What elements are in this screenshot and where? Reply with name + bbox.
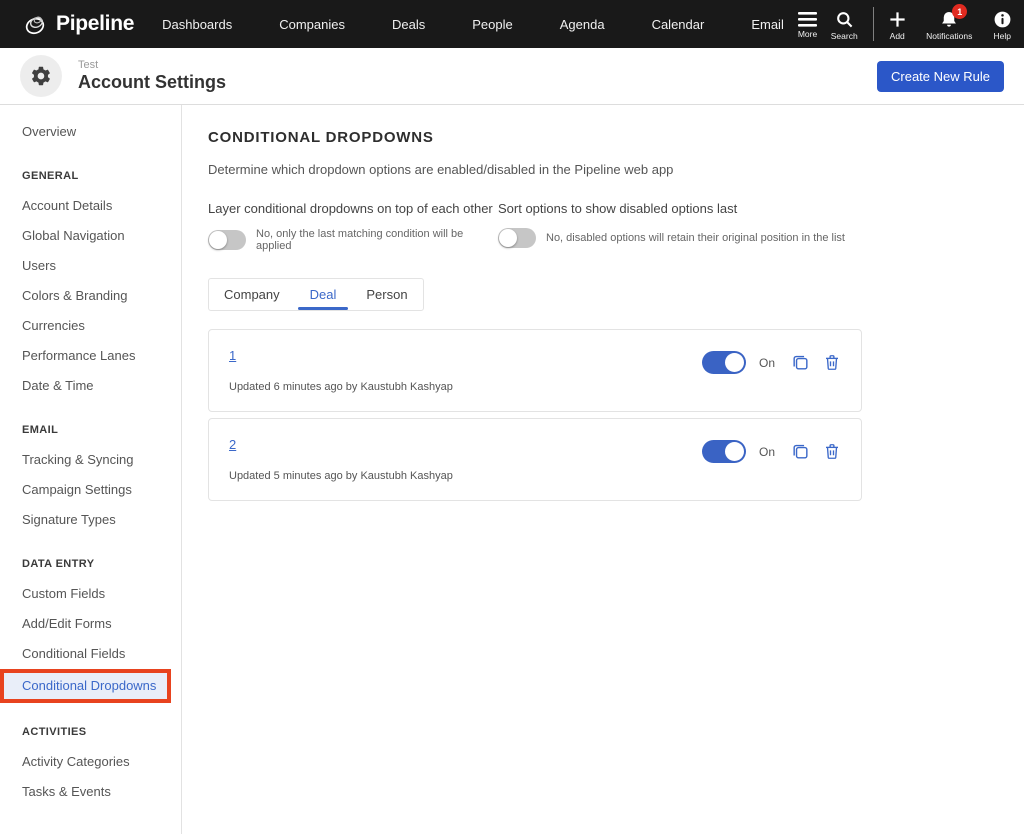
rule-updated-text: Updated 5 minutes ago by Kaustubh Kashya… <box>229 470 841 482</box>
pipeline-swirl-icon <box>22 11 48 37</box>
toggle-caption: No, disabled options will retain their o… <box>546 232 845 244</box>
sidebar-item-global-navigation[interactable]: Global Navigation <box>0 221 181 251</box>
title-block: Test Account Settings <box>78 59 226 93</box>
pipeline-logo[interactable]: Pipeline <box>22 11 134 37</box>
tab-person[interactable]: Person <box>351 279 422 310</box>
sidebar-item-performance-lanes[interactable]: Performance Lanes <box>0 341 181 371</box>
copy-icon <box>791 442 810 461</box>
sidebar-item-overview[interactable]: Overview <box>0 117 181 147</box>
search-label: Search <box>831 31 858 41</box>
nav-item-deals[interactable]: Deals <box>392 17 425 32</box>
sidebar-item-add-edit-forms[interactable]: Add/Edit Forms <box>0 609 181 639</box>
nav-links: Dashboards Companies Deals People Agenda… <box>162 17 784 32</box>
tab-company[interactable]: Company <box>209 279 295 310</box>
create-new-rule-button[interactable]: Create New Rule <box>877 61 1004 92</box>
bell-icon: 1 <box>940 10 958 29</box>
nav-icon-group: Search Add 1 Notifications Help <box>817 7 1024 41</box>
rule-name-link[interactable]: 1 <box>229 348 236 363</box>
brand-name: Pipeline <box>56 12 134 36</box>
account-name: Test <box>78 59 226 71</box>
sidebar-item-activity-categories[interactable]: Activity Categories <box>0 747 181 777</box>
sidebar-item-tasks-events[interactable]: Tasks & Events <box>0 777 181 807</box>
settings-avatar <box>20 55 62 97</box>
nav-item-email[interactable]: Email <box>751 17 784 32</box>
gear-icon <box>31 66 51 86</box>
sidebar-item-campaign-settings[interactable]: Campaign Settings <box>0 475 181 505</box>
top-navigation-bar: Pipeline Dashboards Companies Deals Peop… <box>0 0 1024 48</box>
setting-label: Sort options to show disabled options la… <box>498 201 845 216</box>
sidebar-item-signature-types[interactable]: Signature Types <box>0 505 181 535</box>
help-label: Help <box>993 31 1010 41</box>
add-label: Add <box>890 31 905 41</box>
rule-card: 1 Updated 6 minutes ago by Kaustubh Kash… <box>208 329 862 412</box>
delete-rule-button[interactable] <box>823 442 841 461</box>
nav-item-agenda[interactable]: Agenda <box>560 17 605 32</box>
more-label: More <box>798 29 817 39</box>
toggle-state-label: On <box>759 356 775 370</box>
settings-row: Layer conditional dropdowns on top of ea… <box>208 201 1024 252</box>
sidebar-section-email: EMAIL <box>0 415 181 445</box>
info-icon <box>993 10 1012 29</box>
nav-notifications-button[interactable]: 1 Notifications <box>918 7 980 41</box>
sidebar-item-users[interactable]: Users <box>0 251 181 281</box>
rule-updated-text: Updated 6 minutes ago by Kaustubh Kashya… <box>229 381 841 393</box>
settings-sidebar: Overview GENERAL Account Details Global … <box>0 105 182 834</box>
trash-icon <box>823 442 841 461</box>
page-header: Test Account Settings Create New Rule <box>0 48 1024 105</box>
sidebar-item-date-time[interactable]: Date & Time <box>0 371 181 401</box>
nav-help-button[interactable]: Help <box>980 7 1024 41</box>
copy-icon <box>791 353 810 372</box>
sort-options-toggle[interactable] <box>498 228 536 248</box>
notifications-label: Notifications <box>926 31 972 41</box>
nav-search-button[interactable]: Search <box>817 7 871 41</box>
setting-sort-options: Sort options to show disabled options la… <box>498 201 845 252</box>
nav-item-calendar[interactable]: Calendar <box>652 17 705 32</box>
setting-label: Layer conditional dropdowns on top of ea… <box>208 201 498 216</box>
sidebar-item-currencies[interactable]: Currencies <box>0 311 181 341</box>
tab-deal[interactable]: Deal <box>295 279 352 310</box>
nav-more-button[interactable]: More <box>798 9 817 39</box>
toggle-caption: No, only the last matching condition wil… <box>256 228 498 252</box>
duplicate-rule-button[interactable] <box>791 442 810 461</box>
sidebar-section-general: GENERAL <box>0 161 181 191</box>
nav-item-people[interactable]: People <box>472 17 512 32</box>
entity-tabs: Company Deal Person <box>208 278 424 311</box>
notification-badge: 1 <box>952 4 967 19</box>
setting-layer-dropdowns: Layer conditional dropdowns on top of ea… <box>208 201 498 252</box>
trash-icon <box>823 353 841 372</box>
sidebar-item-conditional-dropdowns-highlighted[interactable]: Conditional Dropdowns <box>0 669 171 703</box>
sidebar-item-tracking-syncing[interactable]: Tracking & Syncing <box>0 445 181 475</box>
main-content: CONDITIONAL DROPDOWNS Determine which dr… <box>182 105 1024 834</box>
page-title: Account Settings <box>78 72 226 93</box>
sidebar-section-data-entry: DATA ENTRY <box>0 549 181 579</box>
sidebar-item-account-details[interactable]: Account Details <box>0 191 181 221</box>
sidebar-section-activities: ACTIVITIES <box>0 717 181 747</box>
sidebar-item-colors-branding[interactable]: Colors & Branding <box>0 281 181 311</box>
section-description: Determine which dropdown options are ena… <box>208 162 1024 177</box>
layer-dropdowns-toggle[interactable] <box>208 230 246 250</box>
duplicate-rule-button[interactable] <box>791 353 810 372</box>
search-icon <box>835 10 854 29</box>
toggle-state-label: On <box>759 445 775 459</box>
sidebar-item-conditional-fields[interactable]: Conditional Fields <box>0 639 181 669</box>
nav-add-button[interactable]: Add <box>876 7 918 41</box>
delete-rule-button[interactable] <box>823 353 841 372</box>
hamburger-icon <box>798 12 817 27</box>
rule-enabled-toggle[interactable] <box>702 440 746 463</box>
rule-card: 2 Updated 5 minutes ago by Kaustubh Kash… <box>208 418 862 501</box>
plus-icon <box>888 10 907 29</box>
sidebar-item-custom-fields[interactable]: Custom Fields <box>0 579 181 609</box>
nav-divider <box>873 7 874 41</box>
nav-item-companies[interactable]: Companies <box>279 17 345 32</box>
rule-name-link[interactable]: 2 <box>229 437 236 452</box>
rule-enabled-toggle[interactable] <box>702 351 746 374</box>
nav-item-dashboards[interactable]: Dashboards <box>162 17 232 32</box>
section-title: CONDITIONAL DROPDOWNS <box>208 129 1024 146</box>
